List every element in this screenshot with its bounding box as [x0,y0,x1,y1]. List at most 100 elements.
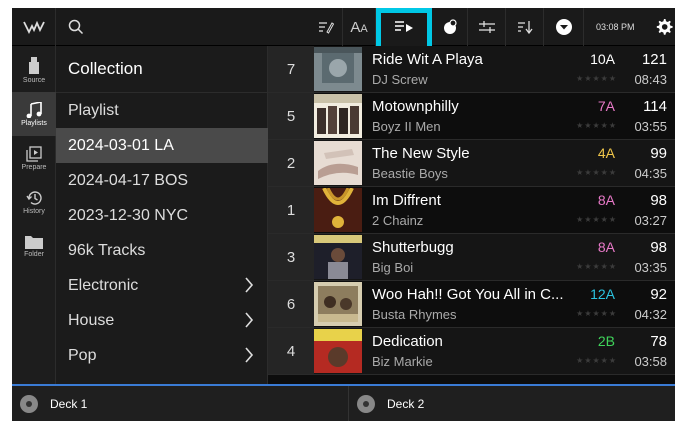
rating-stars[interactable]: ★★★★★ [576,121,617,130]
sort-button[interactable] [506,8,544,46]
track-number: 5 [268,93,314,139]
playlist-play-icon [394,21,413,32]
brand-logo-icon[interactable] [12,8,56,46]
track-title: Shutterbugg [372,239,454,256]
track-title: Woo Hah!! Got You All in C... [372,286,564,303]
track-number: 3 [268,234,314,280]
sliders-icon [478,21,495,33]
track-row[interactable]: 3 Shutterbugg Big Boi 8A ★★★★★ 98 03:35 [268,234,675,281]
browse-row-selected[interactable]: 2024-03-01 LA [56,128,268,163]
chevron-down-circle-icon [555,19,572,35]
settings-button[interactable] [652,8,675,46]
chevron-right-icon [245,347,254,363]
prepare-icon [26,145,42,162]
playlist-play-button[interactable] [376,8,432,46]
track-number: 7 [268,46,314,92]
album-art [314,329,362,373]
search-field[interactable] [56,8,306,46]
rating-stars[interactable]: ★★★★★ [576,74,617,83]
text-size-button[interactable]: AA [343,8,376,46]
track-bpm: 99 [650,145,667,162]
rail-item-history[interactable]: History [12,180,56,224]
browse-row[interactable]: House [56,303,268,338]
rating-stars[interactable]: ★★★★★ [576,309,617,318]
track-bpm: 92 [650,286,667,303]
dropdown-button[interactable] [544,8,584,46]
track-bpm: 121 [641,51,667,68]
rail-label: Prepare [21,163,47,171]
track-row[interactable]: 6 Woo Hah!! Got You All in C... Busta Rh… [268,281,675,328]
track-artist: Boyz II Men [372,119,441,134]
album-art [314,188,362,232]
track-artist: Biz Markie [372,354,433,369]
clock-time: 03:08 PM [596,22,635,32]
track-row[interactable]: 7 Ride Wit A Playa DJ Screw 10A ★★★★★ 12… [268,46,675,93]
browse-row[interactable]: Electronic [56,268,268,303]
album-art [314,47,362,91]
rating-stars[interactable]: ★★★★★ [576,356,617,365]
history-icon [26,190,42,205]
track-number: 1 [268,187,314,233]
deck-1[interactable]: Deck 1 [12,386,349,421]
search-icon[interactable] [68,19,84,35]
chevron-right-icon [245,277,254,293]
browse-row[interactable]: 2023-12-30 NYC [56,198,268,233]
track-title: The New Style [372,145,470,162]
track-row[interactable]: 2 The New Style Beastie Boys 4A ★★★★★ 99… [268,140,675,187]
folder-icon [25,235,43,249]
rail-label: Folder [24,250,44,258]
track-title: Motownphilly [372,98,459,115]
track-duration: 03:55 [634,119,667,134]
rail-item-prepare[interactable]: Prepare [12,136,56,180]
track-bpm: 98 [650,239,667,256]
rail-label: Source [22,76,46,84]
track-title: Ride Wit A Playa [372,51,483,68]
browse-row[interactable]: 2024-04-17 BOS [56,163,268,198]
deck-label: Deck 1 [50,396,88,411]
track-artist: 2 Chainz [372,213,424,228]
browse-row[interactable]: 96k Tracks [56,233,268,268]
rail-item-folder[interactable]: Folder [12,224,56,268]
browse-row[interactable]: Playlist [56,93,268,128]
browse-panel: Collection Playlist 2024-03-01 LA 2024-0… [56,46,309,386]
album-art [314,141,362,185]
deck-2[interactable]: Deck 2 [349,386,675,421]
rating-stars[interactable]: ★★★★★ [576,262,617,271]
track-key: 4A [597,145,615,161]
browse-row[interactable]: Pop [56,338,268,373]
rail-label: History [23,207,45,215]
track-artist: Busta Rhymes [372,307,457,322]
browse-title[interactable]: Collection [56,46,268,93]
rail-label: Playlists [21,119,47,127]
track-duration: 04:35 [634,166,667,181]
chevron-right-icon [245,312,254,328]
sort-icon [517,21,533,34]
track-list: 7 Ride Wit A Playa DJ Screw 10A ★★★★★ 12… [268,46,675,386]
album-art [314,94,362,138]
rail-item-playlists[interactable]: Playlists [12,92,56,136]
track-duration: 03:58 [634,354,667,369]
track-key: 8A [597,239,615,255]
track-key: 8A [597,192,615,208]
track-row[interactable]: 4 Dedication Biz Markie 2B ★★★★★ 78 03:5… [268,328,675,375]
deck-label: Deck 2 [387,396,425,411]
track-row[interactable]: 5 Motownphilly Boyz II Men 7A ★★★★★ 114 … [268,93,675,140]
track-artist: Beastie Boys [372,166,448,181]
track-key: 7A [597,98,615,114]
rating-stars[interactable]: ★★★★★ [576,168,617,177]
rail-item-source[interactable]: Source [12,48,56,92]
track-duration: 03:35 [634,260,667,275]
app-frame: AA 03:08 PM Source Playlists Prepare His… [12,8,675,421]
track-bpm: 78 [650,333,667,350]
track-key: 10A [590,51,615,67]
rating-stars[interactable]: ★★★★★ [576,215,617,224]
color-circle-icon [443,19,457,34]
filter-button[interactable] [468,8,506,46]
color-button[interactable] [432,8,468,46]
track-key: 12A [590,286,615,302]
track-row[interactable]: 1 Im Diffrent 2 Chainz 8A ★★★★★ 98 03:27 [268,187,675,234]
edit-tags-button[interactable] [310,8,343,46]
deck-disc-icon [357,394,375,413]
source-rail: Source Playlists Prepare History Folder [12,46,56,386]
track-title: Dedication [372,333,443,350]
